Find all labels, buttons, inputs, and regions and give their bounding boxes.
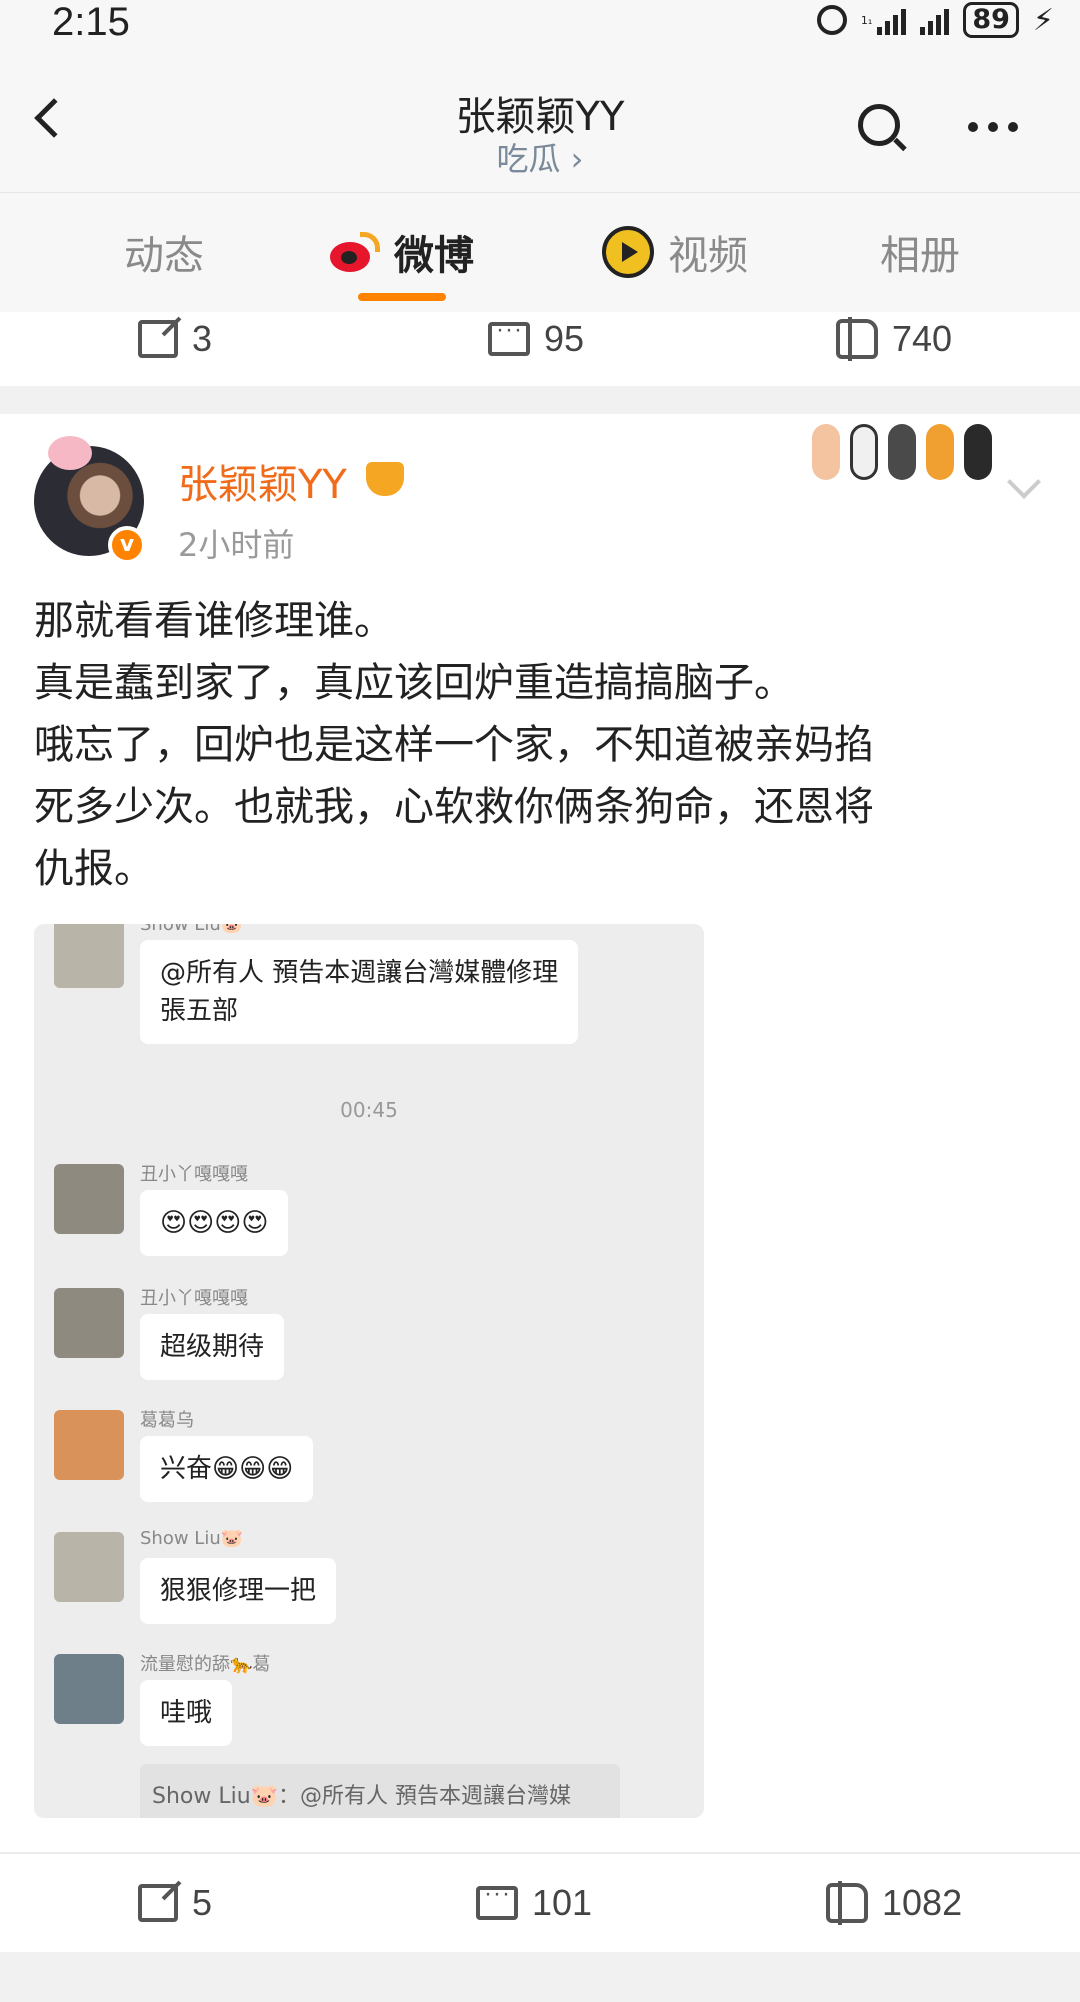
like-button[interactable]: 740 (836, 317, 953, 361)
network-label: 1₁ (860, 13, 873, 27)
video-icon (602, 226, 654, 278)
chat-bubble: 超级期待 (140, 1314, 285, 1380)
battery-icon: 89 (963, 2, 1019, 38)
signal-icon: 1₁ (860, 5, 907, 35)
divider (0, 1952, 1080, 2002)
chat-text: 張五部 (160, 996, 239, 1026)
repost-icon (138, 320, 178, 358)
repost-count: 3 (192, 318, 213, 359)
post-line: 那就看看谁修理谁。 (34, 598, 394, 644)
comment-icon (476, 1880, 518, 1920)
chat-avatar (54, 1164, 124, 1234)
repost-icon (138, 1884, 178, 1922)
like-icon (826, 1881, 868, 1925)
comment-icon (488, 316, 530, 356)
chat-avatar (54, 924, 124, 988)
status-time: 2:15 (52, 0, 130, 44)
post-actions: 5 101 1082 (0, 1866, 1080, 1940)
alarm-icon (816, 5, 847, 35)
like-button[interactable]: 1082 (826, 1881, 963, 1925)
signal-icon-2 (920, 5, 950, 35)
repost-button[interactable]: 5 (138, 1882, 212, 1924)
post-body: 那就看看谁修理谁。 真是蠢到家了，真应该回炉重造搞搞脑子。 哦忘了，回炉也是这样… (34, 590, 1044, 900)
chat-sender: Show Liu🐷 (140, 1528, 244, 1549)
repost-button[interactable]: 3 (138, 318, 212, 360)
profile-tabs: 动态 微博 视频 相册 (0, 192, 1080, 312)
pig-decoration-icon (48, 436, 92, 470)
post-author[interactable]: 张颖颖YY (178, 452, 347, 510)
tab-label: 动态 (124, 233, 204, 279)
chat-bubble: 哇哦 (140, 1680, 233, 1746)
status-bar: 2:15 1₁ 89 ⚡ (0, 0, 1080, 44)
chat-avatar (54, 1532, 124, 1602)
chat-sender: Show Liu🐷 (140, 924, 244, 935)
tab-video[interactable]: 视频 (602, 223, 748, 281)
tab-label: 微博 (394, 233, 474, 279)
repost-count: 5 (192, 1882, 213, 1923)
divider (0, 1852, 1080, 1854)
post-time: 2小时前 (178, 526, 295, 564)
active-tab-indicator (358, 293, 446, 301)
chat-avatar (54, 1654, 124, 1724)
vip-badge-icon (366, 462, 404, 496)
post-line: 仇报。 (34, 846, 154, 892)
post-image[interactable]: Show Liu🐷 @所有人 預告本週讓台灣媒體修理 張五部 00:45 丑小丫… (34, 924, 704, 1818)
chat-sender: 丑小丫嘎嘎嘎 (140, 1164, 248, 1185)
chat-sender: 葛葛乌 (140, 1410, 194, 1431)
tab-weibo[interactable]: 微博 (326, 223, 474, 281)
chat-bubble: 兴奋😁😁😁 (140, 1436, 314, 1502)
divider (0, 386, 1080, 414)
charging-icon: ⚡ (1032, 2, 1054, 38)
comment-count: 95 (544, 318, 585, 359)
status-icons: 1₁ 89 ⚡ (816, 2, 1054, 38)
tab-feed[interactable]: 动态 (124, 223, 204, 281)
chat-text: @所有人 預告本週讓台灣媒體修理 (160, 958, 559, 988)
post-line: 死多少次。也就我，心软救你俩条狗命，还恩将 (34, 784, 874, 830)
post-line: 真是蠢到家了，真应该回炉重造搞搞脑子。 (34, 660, 794, 706)
like-count: 740 (892, 318, 953, 359)
chat-bubble: @所有人 預告本週讓台灣媒體修理 張五部 (140, 940, 579, 1044)
cat-paw-decoration-icon (812, 424, 992, 480)
comment-button[interactable]: 95 (488, 316, 585, 360)
chevron-down-icon[interactable] (1007, 465, 1041, 499)
chat-bubble: 😍😍😍😍 (140, 1190, 289, 1256)
weibo-icon (326, 232, 380, 272)
search-icon[interactable] (858, 104, 900, 146)
prev-post-actions: 3 95 740 (0, 302, 1080, 376)
chat-avatar (54, 1288, 124, 1358)
more-icon[interactable] (968, 122, 1018, 132)
tab-album[interactable]: 相册 (880, 223, 960, 281)
quoted-message: Show Liu🐷：@所有人 預告本週讓台灣媒 (140, 1764, 620, 1818)
tab-label: 相册 (880, 233, 960, 279)
chat-bubble: 狠狠修理一把 (140, 1558, 337, 1624)
comment-count: 101 (532, 1882, 593, 1923)
chat-sender: 流量慰的舔🐆葛 (140, 1654, 271, 1675)
verified-icon: v (108, 526, 146, 564)
category-link[interactable]: 吃瓜 › (0, 134, 1080, 180)
profile-header: 张颖颖YY 吃瓜 › (0, 44, 1080, 192)
tab-label: 视频 (668, 233, 748, 279)
chat-avatar (54, 1410, 124, 1480)
like-count: 1082 (882, 1882, 963, 1923)
post-line: 哦忘了，回炉也是这样一个家，不知道被亲妈掐 (34, 722, 874, 768)
chat-sender: 丑小丫嘎嘎嘎 (140, 1288, 248, 1309)
chat-timestamp: 00:45 (340, 1098, 398, 1122)
like-icon (836, 317, 878, 361)
comment-button[interactable]: 101 (476, 1880, 593, 1924)
